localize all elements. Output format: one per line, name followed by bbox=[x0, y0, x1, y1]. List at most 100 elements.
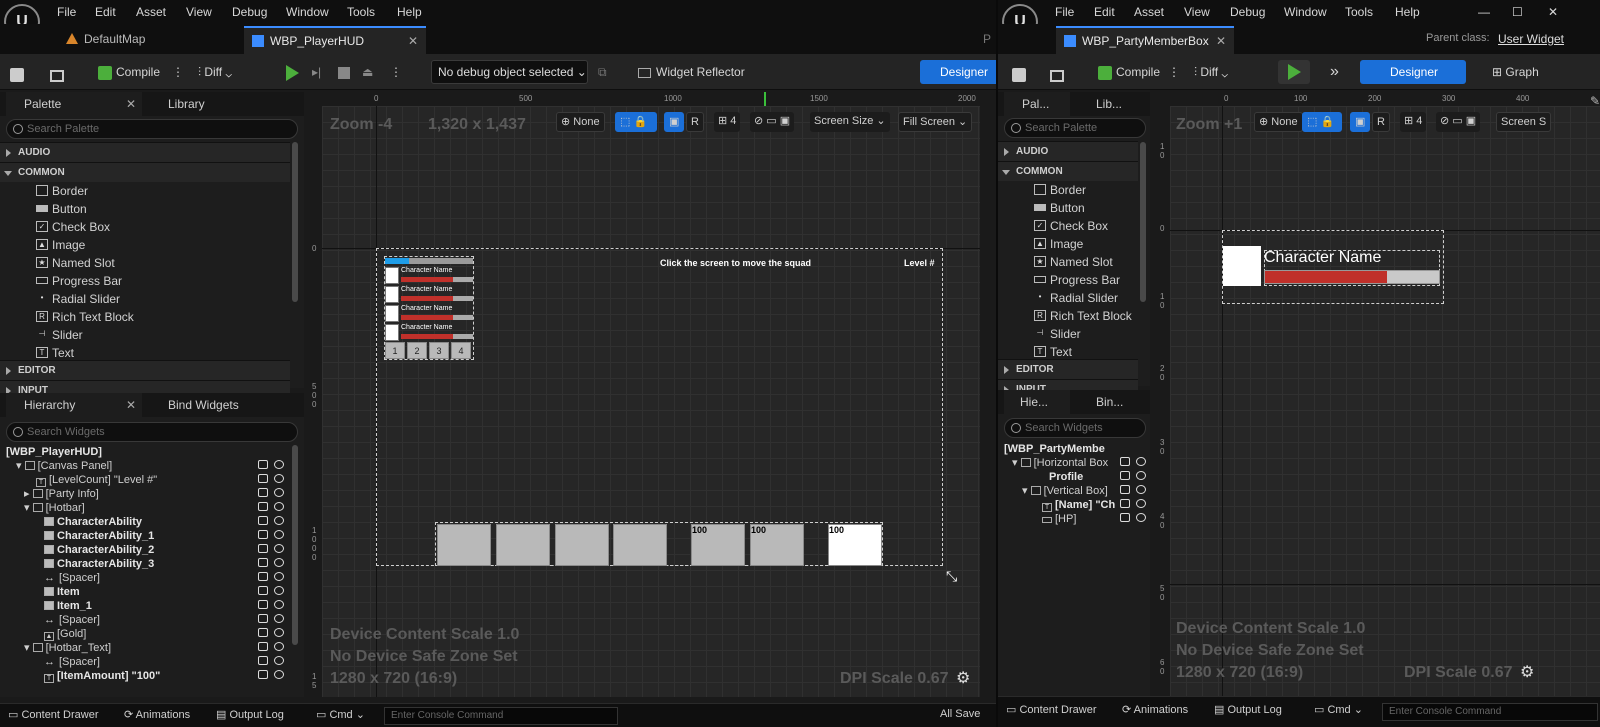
palette-scrollbar[interactable] bbox=[1140, 142, 1146, 302]
tree-spacer-2[interactable]: ↔ [Spacer] bbox=[44, 613, 100, 627]
tab-library[interactable]: Lib... bbox=[1078, 92, 1122, 116]
compile-options-icon[interactable]: ⋮ bbox=[172, 60, 184, 84]
menu-file[interactable]: File bbox=[1055, 5, 1074, 19]
tree-hotbar[interactable]: ▾ [Hotbar] bbox=[24, 501, 85, 515]
menu-view[interactable]: View bbox=[186, 5, 212, 19]
item-slot-2[interactable]: 100 bbox=[750, 524, 804, 566]
all-saved-indicator[interactable]: All Save bbox=[940, 708, 980, 720]
tree-root[interactable]: [WBP_PartyMembe bbox=[1004, 442, 1105, 456]
lock-icon[interactable] bbox=[1120, 457, 1130, 466]
ability-slot-1[interactable] bbox=[437, 524, 491, 566]
category-audio[interactable]: AUDIO bbox=[0, 142, 290, 162]
content-drawer-button[interactable]: ▭ Content Drawer bbox=[1006, 703, 1097, 716]
eye-icon[interactable] bbox=[274, 628, 284, 637]
browse-icon[interactable] bbox=[50, 60, 68, 84]
palette-item-border[interactable]: Border bbox=[1034, 181, 1086, 199]
animations-button[interactable]: ⟳ Animations bbox=[124, 708, 190, 721]
close-hierarchy-icon[interactable]: ✕ bbox=[126, 393, 136, 417]
palette-item-image[interactable]: ▲ Image bbox=[36, 236, 85, 254]
grid-snap-button[interactable]: ⊞ 4 bbox=[1400, 112, 1427, 132]
lock-icon[interactable] bbox=[258, 670, 268, 679]
eye-icon[interactable] bbox=[1136, 499, 1146, 508]
content-drawer-button[interactable]: ▭ Content Drawer bbox=[8, 708, 99, 721]
party-member-1[interactable]: Character Name bbox=[385, 267, 473, 284]
screen-size-dropdown[interactable]: Screen S bbox=[1496, 112, 1552, 132]
item-slot-1[interactable]: 100 bbox=[691, 524, 745, 566]
tab-hierarchy[interactable]: Hierarchy ✕ bbox=[6, 393, 142, 417]
palette-scrollbar[interactable] bbox=[292, 142, 298, 302]
play-icon[interactable] bbox=[286, 60, 302, 84]
category-audio[interactable]: AUDIO bbox=[998, 141, 1138, 161]
tab-wbp-playerhud[interactable]: WBP_PlayerHUD ✕ bbox=[244, 26, 426, 54]
menu-file[interactable]: File bbox=[57, 5, 76, 19]
lock-icon[interactable] bbox=[258, 516, 268, 525]
eye-icon[interactable] bbox=[274, 488, 284, 497]
tab-palette[interactable]: Palette ✕ bbox=[6, 92, 142, 116]
menu-window[interactable]: Window bbox=[1284, 5, 1327, 19]
dpi-settings-gear-icon[interactable]: ⚙ bbox=[956, 668, 970, 688]
ability-slot-4[interactable] bbox=[613, 524, 667, 566]
compile-options-icon[interactable]: ⋮ bbox=[1168, 60, 1180, 84]
tree-canvas-panel[interactable]: ▾ [Canvas Panel] bbox=[16, 459, 112, 473]
diff-button[interactable]: ⫶ Diff ⌄ bbox=[1194, 60, 1228, 84]
category-common[interactable]: COMMON bbox=[0, 162, 290, 182]
eye-icon[interactable] bbox=[274, 656, 284, 665]
palette-search-input[interactable]: Search Palette bbox=[1004, 118, 1146, 138]
party-member-2[interactable]: Character Name bbox=[385, 286, 473, 303]
palette-item-rich-text-block[interactable]: R Rich Text Block bbox=[1034, 307, 1132, 325]
tab-bind-widgets[interactable]: Bind Widgets bbox=[150, 393, 239, 417]
minimize-icon[interactable]: — bbox=[1478, 5, 1490, 19]
close-palette-icon[interactable]: ✕ bbox=[126, 92, 136, 116]
close-tab-icon[interactable]: ✕ bbox=[408, 28, 418, 54]
eye-icon[interactable] bbox=[1136, 457, 1146, 466]
category-editor[interactable]: EDITOR bbox=[998, 359, 1138, 379]
palette-item-border[interactable]: Border bbox=[36, 182, 88, 200]
category-common[interactable]: COMMON bbox=[998, 161, 1138, 181]
save-icon[interactable] bbox=[10, 60, 28, 84]
lock-icon[interactable] bbox=[258, 544, 268, 553]
preview-icons[interactable]: ⊘ ▭ ▣ bbox=[1436, 112, 1481, 132]
hp-progress-bar[interactable] bbox=[1264, 270, 1440, 284]
tab-library[interactable]: Library bbox=[150, 92, 205, 116]
ability-slot-3[interactable] bbox=[555, 524, 609, 566]
palette-item-radial-slider[interactable]: • Radial Slider bbox=[1039, 289, 1118, 307]
lock-icon[interactable] bbox=[258, 642, 268, 651]
designer-viewport[interactable]: 0 100 200 300 400 1 0 0 1 0 2 0 3 0 4 0 … bbox=[1156, 92, 1600, 696]
party-select-3-button[interactable]: 3 bbox=[429, 342, 449, 359]
output-log-button[interactable]: ▤ Output Log bbox=[216, 708, 284, 721]
parent-class-link[interactable]: User Widget bbox=[1498, 32, 1564, 46]
eye-icon[interactable] bbox=[274, 502, 284, 511]
eye-icon[interactable] bbox=[274, 586, 284, 595]
preview-icons[interactable]: ⊘ ▭ ▣ bbox=[750, 112, 795, 132]
eye-icon[interactable] bbox=[274, 614, 284, 623]
stop-icon[interactable] bbox=[338, 60, 350, 84]
eye-icon[interactable] bbox=[274, 600, 284, 609]
tree-party-info[interactable]: ▸ [Party Info] bbox=[24, 487, 99, 501]
lock-icon[interactable] bbox=[258, 530, 268, 539]
profile-image[interactable] bbox=[1223, 246, 1261, 286]
tree-characterability[interactable]: CharacterAbility bbox=[44, 515, 142, 529]
output-log-button[interactable]: ▤ Output Log bbox=[1214, 703, 1282, 716]
eye-icon[interactable] bbox=[274, 670, 284, 679]
widget-search-input[interactable]: Search Widgets bbox=[6, 422, 298, 442]
tree-spacer[interactable]: ↔ [Spacer] bbox=[44, 571, 100, 585]
eject-icon[interactable]: ⏏ bbox=[362, 60, 373, 84]
widget-reflector-button[interactable]: Widget Reflector bbox=[638, 60, 745, 84]
background-none-button[interactable]: ⊕ None bbox=[1254, 112, 1303, 132]
tree-name[interactable]: T [Name] "Ch bbox=[1042, 498, 1115, 512]
category-editor[interactable]: EDITOR bbox=[0, 360, 290, 380]
menu-asset[interactable]: Asset bbox=[136, 5, 166, 19]
menu-help[interactable]: Help bbox=[1395, 5, 1420, 19]
move-snap-toggle[interactable]: ⬚ 🔒 bbox=[1302, 112, 1342, 132]
grid-snap-button[interactable]: ⊞ 4 bbox=[714, 112, 741, 132]
party-select-4-button[interactable]: 4 bbox=[451, 342, 471, 359]
debug-object-select[interactable]: No debug object selected ⌄ bbox=[431, 60, 588, 84]
lock-icon[interactable] bbox=[1120, 485, 1130, 494]
console-command-input[interactable]: Enter Console Command bbox=[384, 707, 618, 725]
tab-palette[interactable]: Pal... bbox=[1004, 92, 1070, 116]
compile-button[interactable]: Compile bbox=[98, 60, 180, 84]
party-select-1-button[interactable]: 1 bbox=[385, 342, 405, 359]
save-icon[interactable] bbox=[1012, 60, 1026, 84]
palette-item-check-box[interactable]: ✓ Check Box bbox=[36, 218, 110, 236]
tree-characterability-3[interactable]: CharacterAbility_3 bbox=[44, 557, 154, 571]
